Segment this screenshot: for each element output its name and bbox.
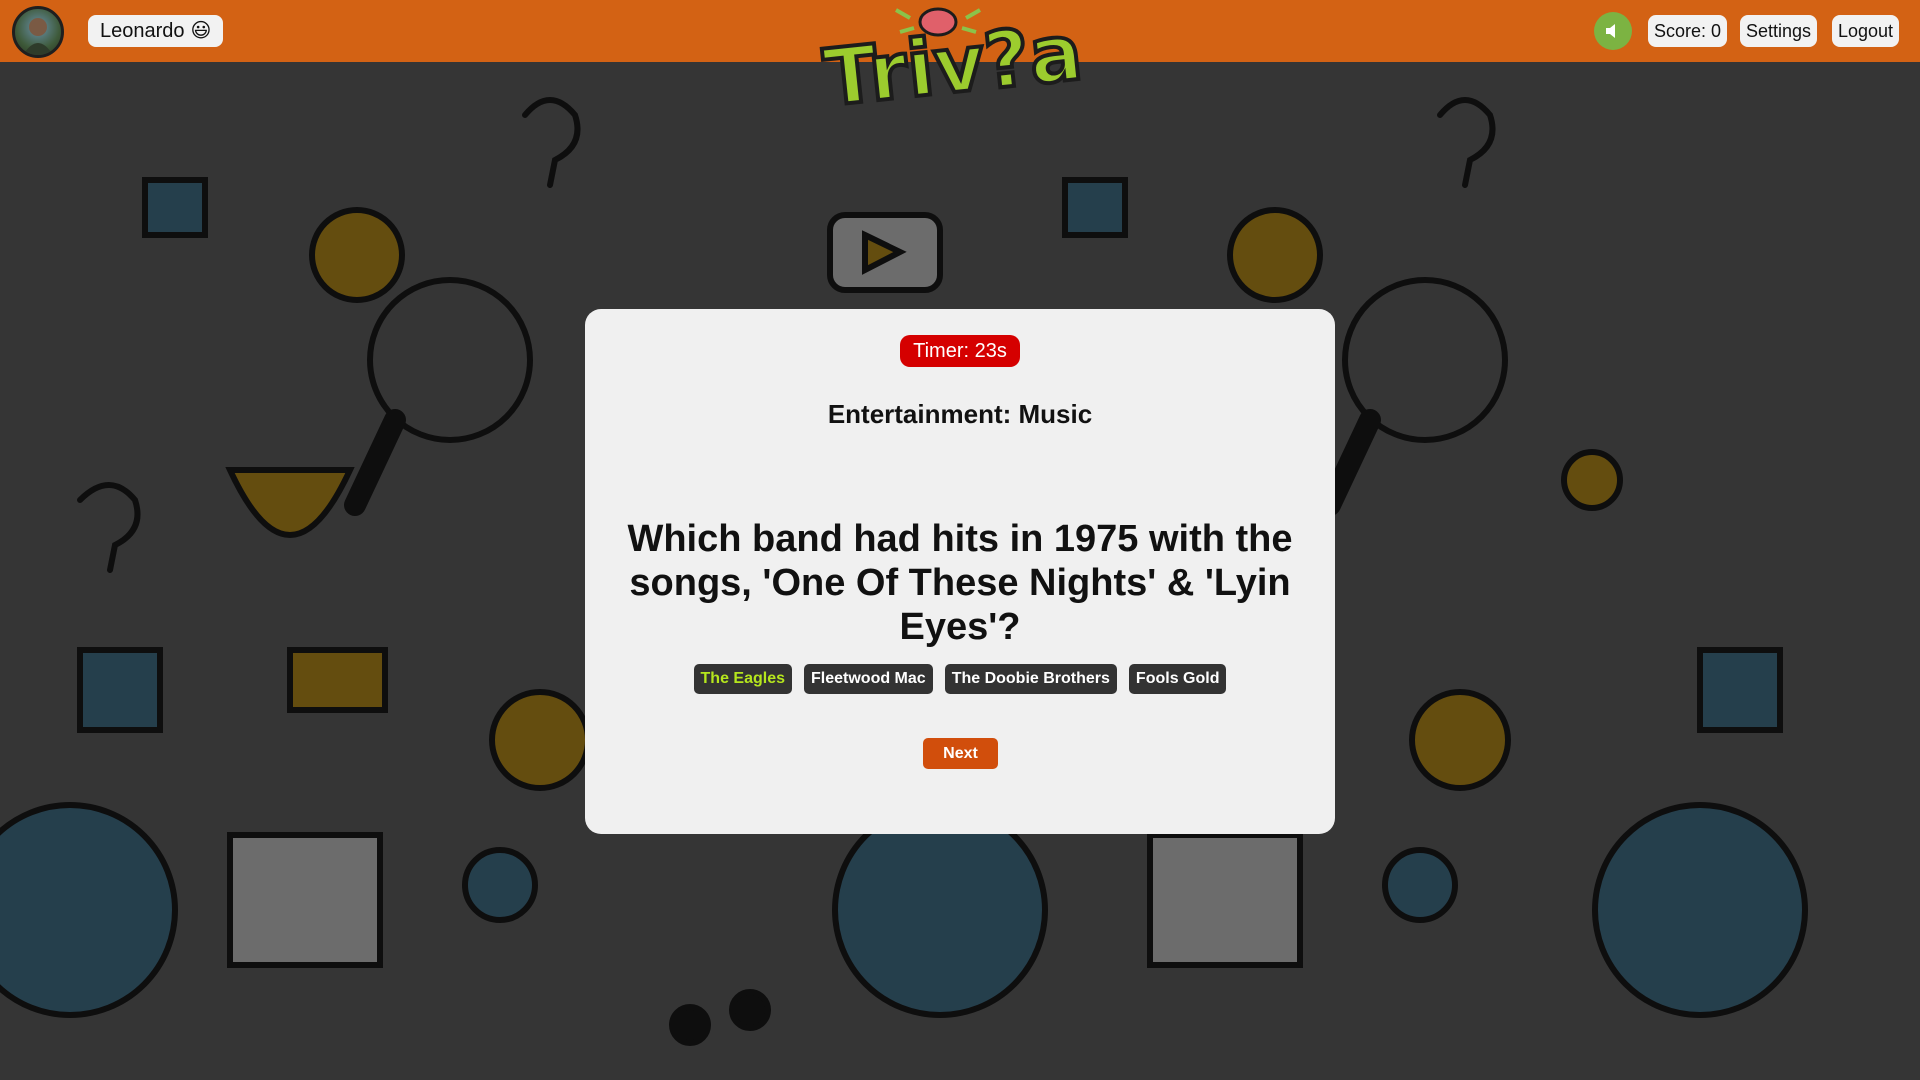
username-label: Leonardo	[100, 20, 185, 42]
logo-wordmark: Triv?a	[820, 8, 1087, 108]
answer-option-fleetwood-mac[interactable]: Fleetwood Mac	[804, 664, 933, 694]
category-title: Entertainment: Music	[827, 399, 1093, 429]
top-bar: Leonardo 😃 Triv?a Score: 0 Settings Logo…	[0, 0, 1920, 126]
answer-options: The Eagles Fleetwood Mac The Doobie Brot…	[585, 664, 1335, 694]
username-badge[interactable]: Leonardo 😃	[88, 15, 224, 47]
user-portrait-icon	[23, 18, 53, 55]
avatar[interactable]	[12, 6, 64, 58]
question-text: Which band had hits in 1975 with the son…	[627, 518, 1293, 648]
question-card: Timer: 23s Entertainment: Music Which ba…	[585, 309, 1335, 834]
answer-option-the-doobie-brothers[interactable]: The Doobie Brothers	[944, 664, 1117, 694]
smiley-emoji-icon: 😃	[190, 20, 212, 42]
answer-option-fools-gold[interactable]: Fools Gold	[1128, 664, 1227, 694]
settings-button[interactable]: Settings	[1740, 15, 1818, 47]
next-button[interactable]: Next	[923, 738, 998, 769]
score-badge: Score: 0	[1648, 15, 1728, 47]
speaker-icon	[1606, 24, 1615, 38]
sound-toggle-button[interactable]	[1594, 12, 1632, 50]
logout-button[interactable]: Logout	[1832, 15, 1900, 47]
timer-badge: Timer: 23s	[900, 335, 1020, 367]
answer-option-the-eagles[interactable]: The Eagles	[693, 664, 792, 694]
trivia-logo: Triv?a	[818, 4, 1089, 127]
